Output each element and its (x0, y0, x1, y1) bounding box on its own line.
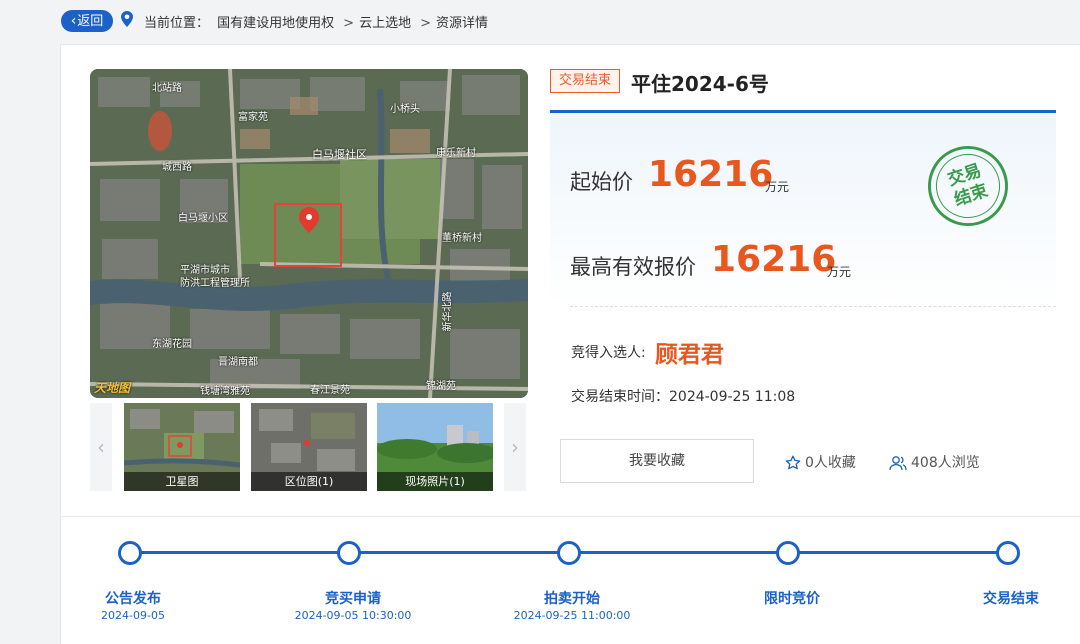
views-count: 408人浏览 (889, 452, 980, 472)
views-number: 408 (911, 455, 938, 471)
page-title: 平住2024-6号 (631, 72, 769, 96)
top-bar: ‹返回 当前位置： 国有建设用地使用权 > 云上选地 > 资源详情 (0, 0, 1080, 44)
thumbnail-strip: ‹ 卫星图 区位图(1) 现场照片(1) › (90, 403, 528, 491)
max-price-unit: 万元 (827, 265, 852, 279)
timeline-step-date: 2024-09-05 (101, 609, 165, 622)
timeline-node (118, 541, 142, 565)
breadcrumb-separator: > (343, 16, 355, 31)
timeline-step-label: 公告发布 (105, 591, 161, 607)
timeline-step-label: 限时竞价 (764, 591, 820, 607)
map-label: 防洪工程管理所 (180, 278, 250, 289)
end-time-label: 交易结束时间： (571, 389, 669, 405)
map-label: 城西路 (162, 162, 192, 173)
map-label: 春江景苑 (310, 385, 350, 396)
chevron-right-icon: › (511, 435, 519, 459)
timeline-step-date: 2024-09-25 11:00:00 (513, 609, 631, 622)
thumb-satellite[interactable]: 卫星图 (124, 403, 240, 491)
end-time: 交易结束时间：2024-09-25 11:08 (571, 386, 795, 406)
favorites-suffix: 人收藏 (813, 455, 856, 471)
map-label: 富家苑 (238, 112, 268, 123)
thumb-caption: 区位图(1) (251, 472, 367, 491)
breadcrumb-item-resource-detail: 资源详情 (436, 16, 489, 31)
map-label: 锦湖苑 (426, 381, 456, 392)
start-price-value: 16216 (648, 154, 774, 195)
start-price-unit: 万元 (765, 180, 790, 194)
breadcrumb: 当前位置： 国有建设用地使用权 > 云上选地 > 资源详情 (144, 12, 492, 31)
winner-name: 顾君君 (655, 342, 724, 368)
timeline-step-label: 拍卖开始 (544, 591, 600, 607)
views-suffix: 人浏览 (937, 455, 980, 471)
timeline-step-date: 2024-09-05 10:30:00 (294, 609, 412, 622)
favorites-number: 0 (805, 455, 814, 471)
winner-label: 竞得入选人: (571, 345, 646, 361)
timeline-step-label: 竞买申请 (325, 591, 381, 607)
map-label: 晋湖南都 (218, 357, 258, 368)
back-button-label: 返回 (77, 14, 104, 29)
map-label: 康乐新村 (436, 148, 476, 159)
thumb-caption: 卫星图 (124, 472, 240, 491)
map-watermark: 天地图 (94, 381, 131, 395)
section-divider (60, 516, 1080, 517)
satellite-map[interactable]: 北站路 富家苑 小桥头 白马堰社区 康乐新村 城西路 白马堰小区 董桥新村 平湖… (90, 69, 528, 398)
thumb-next-button[interactable]: › (504, 403, 526, 491)
thumb-site-photo[interactable]: 现场照片(1) (377, 403, 493, 491)
users-icon (889, 456, 907, 471)
favorites-count[interactable]: 0人收藏 (785, 452, 856, 472)
divider (570, 306, 1056, 307)
favorite-button[interactable]: 我要收藏 (560, 439, 754, 483)
status-badge: 交易结束 (550, 69, 620, 93)
map-label: 小桥头 (390, 104, 420, 115)
timeline-node (776, 541, 800, 565)
thumb-caption: 现场照片(1) (377, 472, 493, 491)
end-time-value: 2024-09-25 11:08 (669, 389, 796, 405)
map-label: 钱塘湾雅苑 (200, 386, 250, 397)
thumb-prev-button[interactable]: ‹ (90, 403, 112, 491)
location-pin-icon (121, 11, 133, 27)
chevron-left-icon: ‹ (97, 435, 105, 459)
breadcrumb-item-land-rights[interactable]: 国有建设用地使用权 (217, 16, 334, 31)
timeline-node (557, 541, 581, 565)
breadcrumb-prefix: 当前位置： (144, 16, 210, 31)
map-label: 白马堰小区 (178, 213, 228, 224)
map-label: 白马堰社区 (312, 148, 367, 161)
map-label: 新华北路 (442, 291, 454, 332)
timeline-node (996, 541, 1020, 565)
thumb-location[interactable]: 区位图(1) (251, 403, 367, 491)
map-label: 北站路 (152, 83, 182, 94)
start-price-label: 起始价 (570, 170, 633, 194)
star-icon (785, 455, 801, 470)
breadcrumb-item-cloud-selection[interactable]: 云上选地 (359, 16, 411, 31)
map-label: 东湖花园 (152, 339, 192, 350)
map-label: 董桥新村 (442, 233, 482, 244)
stamp-inner: 交易 结束 (927, 145, 1009, 227)
timeline-node (337, 541, 361, 565)
max-price-label: 最高有效报价 (570, 255, 696, 279)
timeline-step-label: 交易结束 (983, 591, 1039, 607)
breadcrumb-separator: > (420, 16, 431, 31)
max-price-value: 16216 (711, 239, 837, 280)
chevron-left-icon: ‹ (70, 13, 77, 29)
back-button[interactable]: ‹返回 (61, 10, 113, 32)
